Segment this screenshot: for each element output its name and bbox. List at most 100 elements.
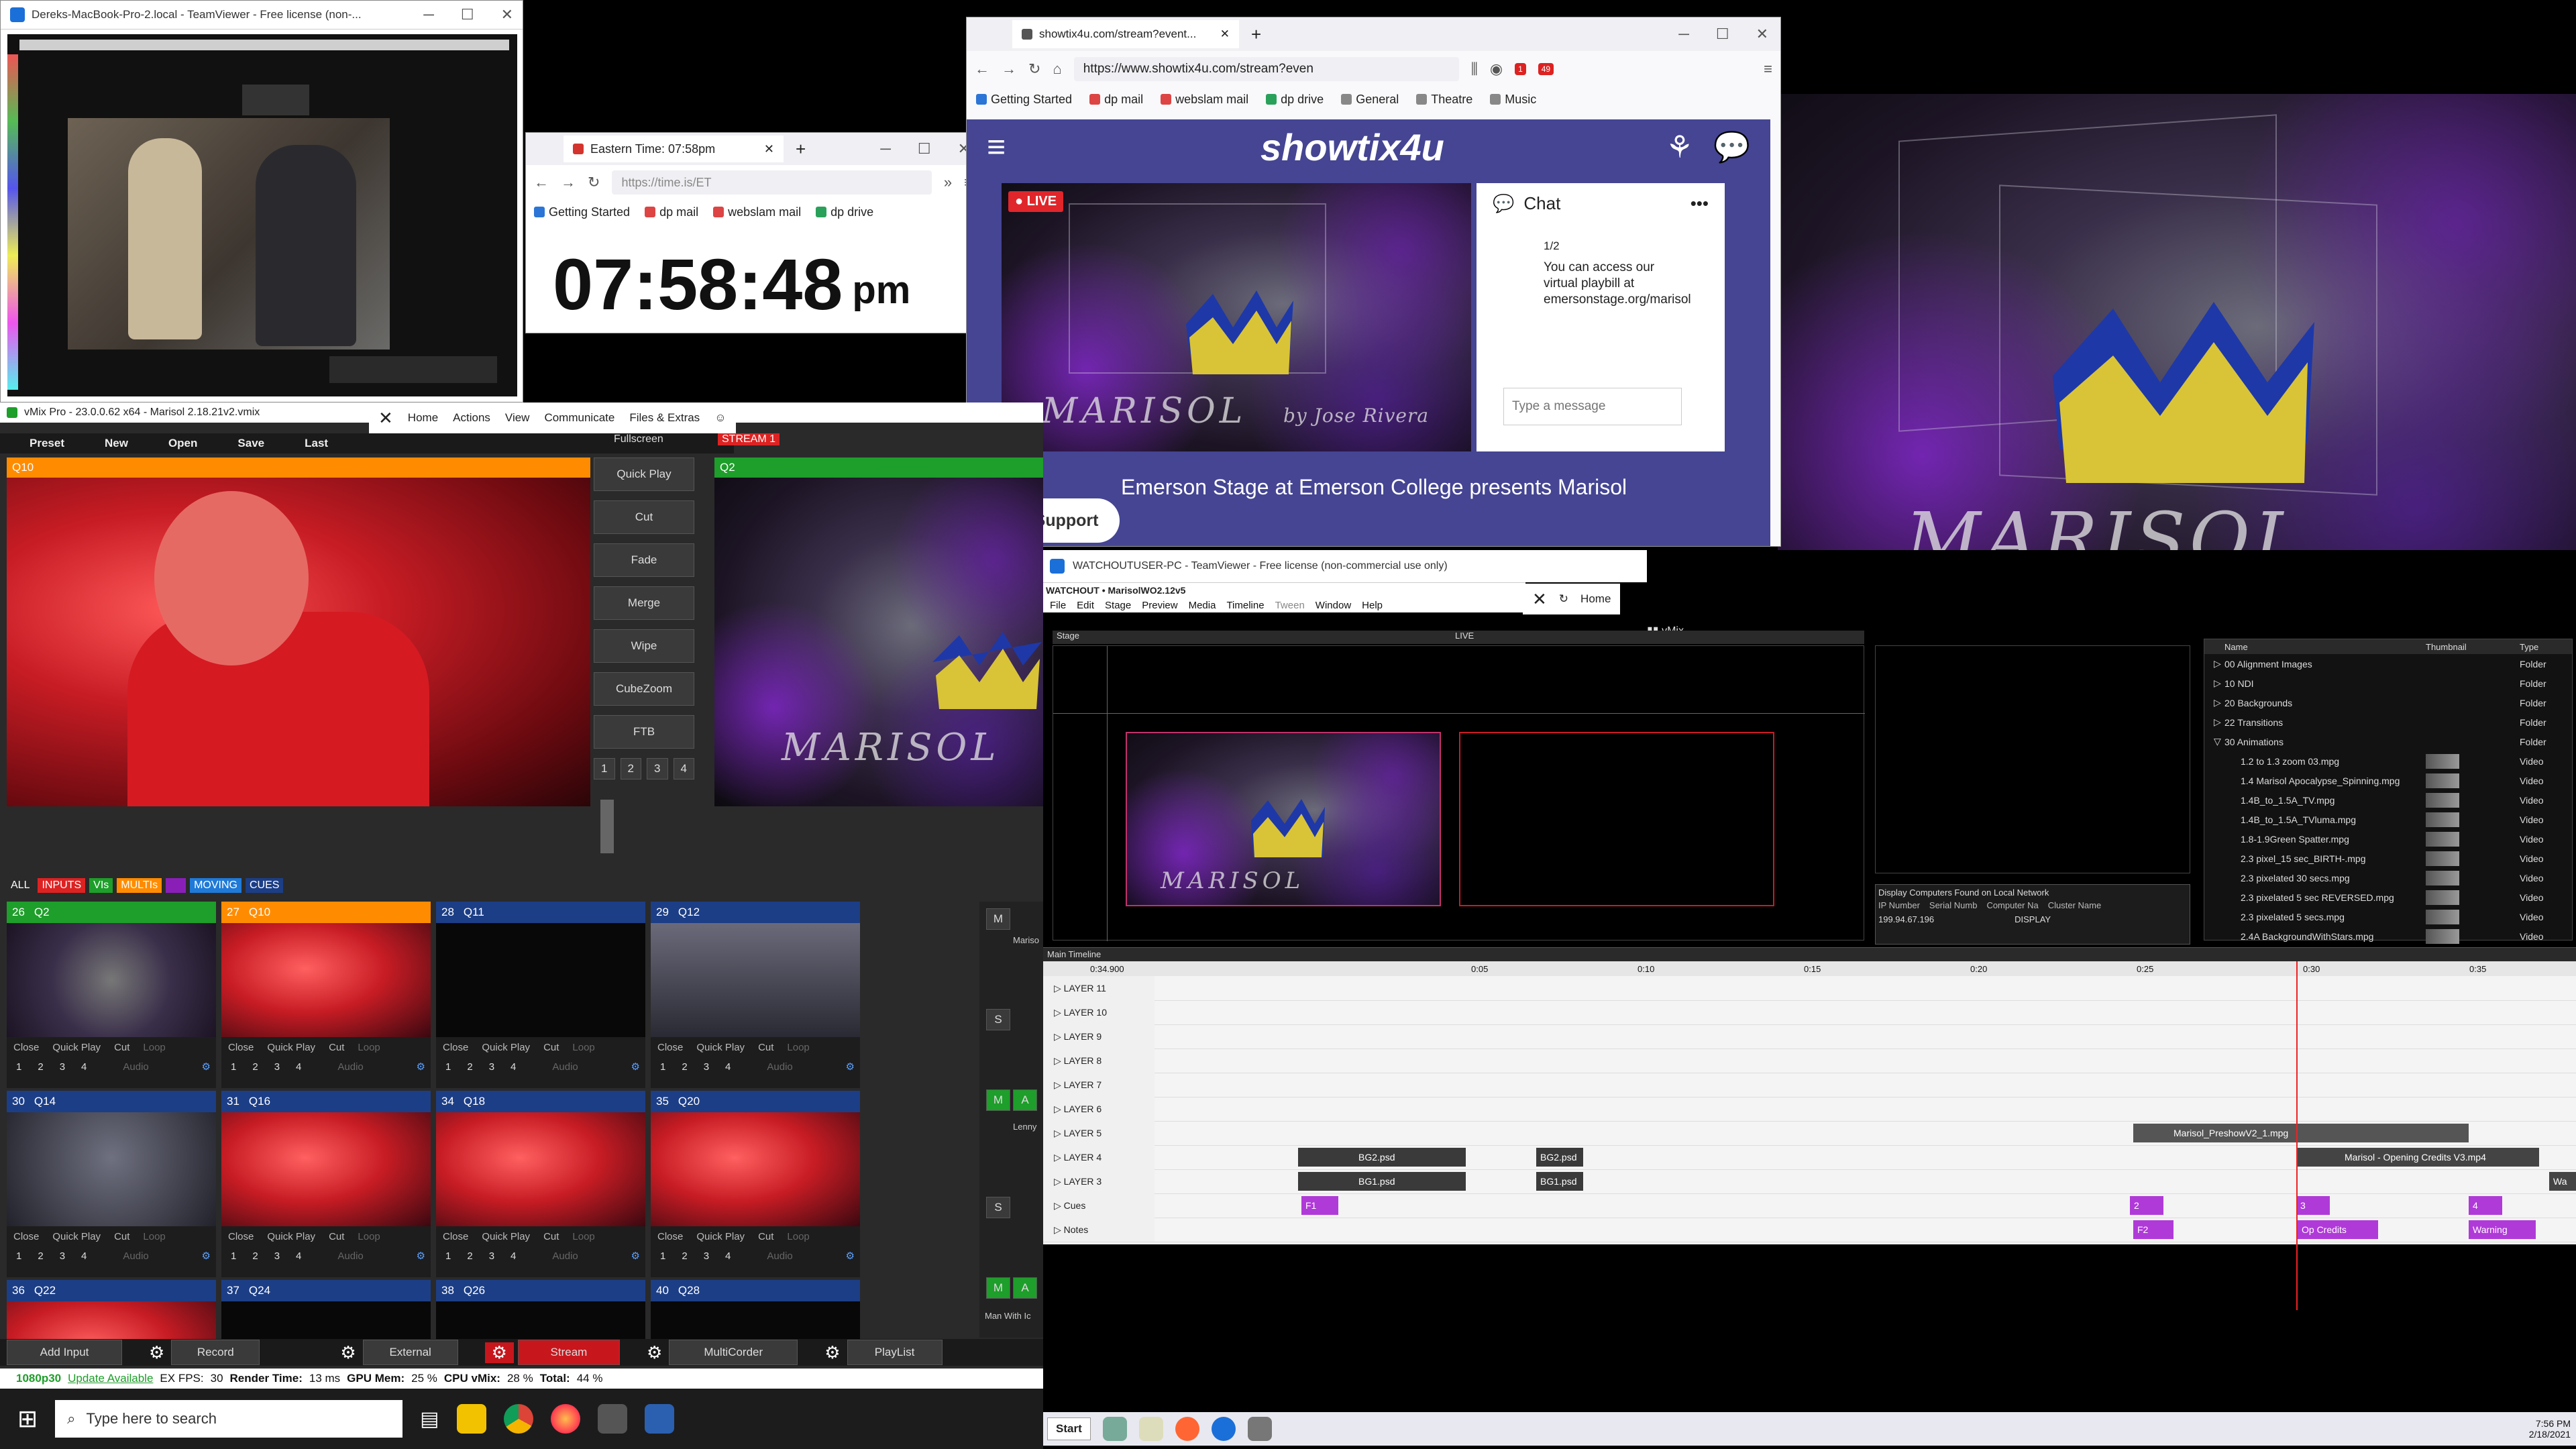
app-icon[interactable] [597,1404,627,1434]
close-icon[interactable]: ✕ [501,6,513,23]
stream-button[interactable]: Stream [517,1340,620,1365]
overflow-icon[interactable]: » [944,174,952,191]
cue-f1[interactable]: F1 [1301,1196,1338,1215]
input-tile[interactable]: 26 Q2 Close Quick Play Cut Loop 1 2 3 4 Audio ⚙ [7,902,216,1088]
tile-audio-button[interactable]: Audio [767,1250,792,1262]
bookmark-webslam-mail[interactable]: webslam mail [713,205,801,219]
tile-cut-button[interactable]: Cut [329,1231,344,1242]
fullscreen-label[interactable]: Fullscreen [614,433,663,445]
account-icon[interactable]: ◉ [1490,60,1503,78]
add-input-button[interactable]: Add Input [7,1340,122,1365]
tile-quick-play-button[interactable]: Quick Play [267,1231,315,1242]
cue-3[interactable]: 3 [2296,1196,2330,1215]
gear-icon[interactable]: ⚙ [484,1342,514,1363]
mixer-a-2[interactable]: A [1013,1089,1037,1111]
clip-opening-credits[interactable]: Marisol - Opening Credits V3.mp4 [2298,1148,2539,1167]
media-row[interactable]: 2.4A BackgroundWithStars.mpg Video [2204,926,2572,946]
tile-overlay-button[interactable]: 4 [81,1250,87,1262]
bookmark-dp-drive[interactable]: dp drive [1266,93,1324,107]
tile-overlay-button[interactable]: 3 [489,1061,494,1073]
tile-overlay-button[interactable]: 1 [231,1250,236,1262]
input-thumbnail[interactable] [436,1301,645,1340]
minimize-icon[interactable]: ─ [1678,25,1689,43]
clip-bg1-end[interactable]: BG1.psd [1536,1172,1583,1191]
media-row[interactable]: ▷ 22 Transitions Folder [2204,712,2572,732]
input-tile[interactable]: 31 Q16 Close Quick Play Cut Loop 1 2 3 4 Audio ⚙ [221,1091,431,1277]
ftb-button[interactable]: FTB [594,715,694,749]
input-tile-header[interactable]: 30 Q14 [7,1091,216,1112]
cue-2[interactable]: 2 [2130,1196,2163,1215]
input-tile-header[interactable]: 37 Q24 [221,1280,431,1301]
gear-icon[interactable]: ⚙ [846,1061,860,1073]
menu-edit[interactable]: Edit [1077,600,1094,611]
tile-loop-button[interactable]: Loop [143,1042,165,1053]
input-tile-header[interactable]: 36 Q22 [7,1280,216,1301]
folder-chevron-icon[interactable]: ▷ [2204,658,2224,669]
note-f2[interactable]: F2 [2133,1220,2174,1239]
media-row[interactable]: 1.2 to 1.3 zoom 03.mpg Video [2204,751,2572,771]
tile-loop-button[interactable]: Loop [143,1231,165,1242]
clip-bg2-end[interactable]: BG2.psd [1536,1148,1583,1167]
media-row[interactable]: ▷ 10 NDI Folder [2204,674,2572,693]
tile-cut-button[interactable]: Cut [543,1231,559,1242]
cubezoom-button[interactable]: CubeZoom [594,672,694,706]
tile-overlay-button[interactable]: 2 [467,1061,472,1073]
tile-overlay-button[interactable]: 2 [252,1061,258,1073]
bookmark-webslam-mail[interactable]: webslam mail [1161,93,1248,107]
input-thumbnail[interactable] [436,923,645,1037]
tile-overlay-button[interactable]: 1 [445,1250,451,1262]
forward-icon[interactable]: → [1002,60,1016,78]
timeline-ruler[interactable]: 0:34.900 0:050:100:150:200:250:300:350:4… [1043,961,2576,976]
tile-cut-button[interactable]: Cut [758,1231,773,1242]
tab-close-icon[interactable]: ✕ [764,142,774,156]
tile-quick-play-button[interactable]: Quick Play [696,1042,745,1053]
bookmark-dp-mail[interactable]: dp mail [645,205,698,219]
bookmark-dp-mail[interactable]: dp mail [1089,93,1143,107]
forward-icon[interactable]: → [561,174,576,191]
tile-quick-play-button[interactable]: Quick Play [52,1231,101,1242]
input-thumbnail[interactable] [436,1112,645,1226]
tv-files-extras[interactable]: Files & Extras [629,411,700,425]
cut-button[interactable]: Cut [594,500,694,534]
gear-icon[interactable]: ⚙ [340,1342,356,1363]
input-tile-header[interactable]: 29 Q12 [651,902,860,923]
menu-open[interactable]: Open [168,437,197,450]
tab-time[interactable]: Eastern Time: 07:58pm ✕ [564,136,784,162]
input-tile[interactable]: 27 Q10 Close Quick Play Cut Loop 1 2 3 4 Audio ⚙ [221,902,431,1088]
stream-player[interactable]: MARISOL by Jose Rivera ● LIVE [1002,183,1471,451]
status-update[interactable]: Update Available [68,1372,153,1385]
input-thumbnail[interactable] [221,1301,431,1340]
windows-start-icon[interactable]: ⊞ [17,1405,38,1433]
media-row[interactable]: 1.4B_to_1.5A_TV.mpg Video [2204,790,2572,810]
remote-app-icon-1[interactable] [1102,1417,1127,1441]
timeline-layer[interactable]: ▷ Cues [1043,1193,2576,1218]
gear-icon[interactable]: ⚙ [202,1250,216,1262]
tile-overlay-button[interactable]: 3 [489,1250,494,1262]
tile-overlay-button[interactable]: 2 [252,1250,258,1262]
tile-overlay-button[interactable]: 4 [725,1061,731,1073]
filter-moving[interactable]: MOVING [190,878,241,893]
home-icon[interactable]: ↻ [1559,592,1568,606]
maximize-icon[interactable]: ☐ [918,140,931,158]
merge-button[interactable]: Merge [594,586,694,620]
remote-app-icon-2[interactable] [1138,1417,1163,1441]
tile-overlay-button[interactable]: 2 [38,1250,43,1262]
menu-stage[interactable]: Stage [1105,600,1131,611]
tile-audio-button[interactable]: Audio [123,1061,148,1073]
timeline-layer[interactable]: ▷ LAYER 11 [1043,976,2576,1001]
menu-media[interactable]: Media [1189,600,1216,611]
taskbar-search[interactable]: ⌕ Type here to search [55,1400,403,1438]
filter-color[interactable] [166,878,186,893]
tile-overlay-button[interactable]: 2 [467,1250,472,1262]
tile-loop-button[interactable]: Loop [787,1042,809,1053]
tile-loop-button[interactable]: Loop [572,1042,594,1053]
chrome-icon[interactable] [503,1404,533,1434]
input-tile[interactable]: 30 Q14 Close Quick Play Cut Loop 1 2 3 4 Audio ⚙ [7,1091,216,1277]
input-tile[interactable]: 38 Q26 [436,1280,645,1340]
tile-cut-button[interactable]: Cut [114,1231,129,1242]
hamburger-icon[interactable]: ≡ [987,129,1006,166]
tile-overlay-button[interactable]: 4 [81,1061,87,1073]
quick-play-button[interactable]: Quick Play [594,458,694,491]
mixer-a-3[interactable]: A [1013,1277,1037,1299]
new-tab-icon[interactable]: + [796,139,806,160]
